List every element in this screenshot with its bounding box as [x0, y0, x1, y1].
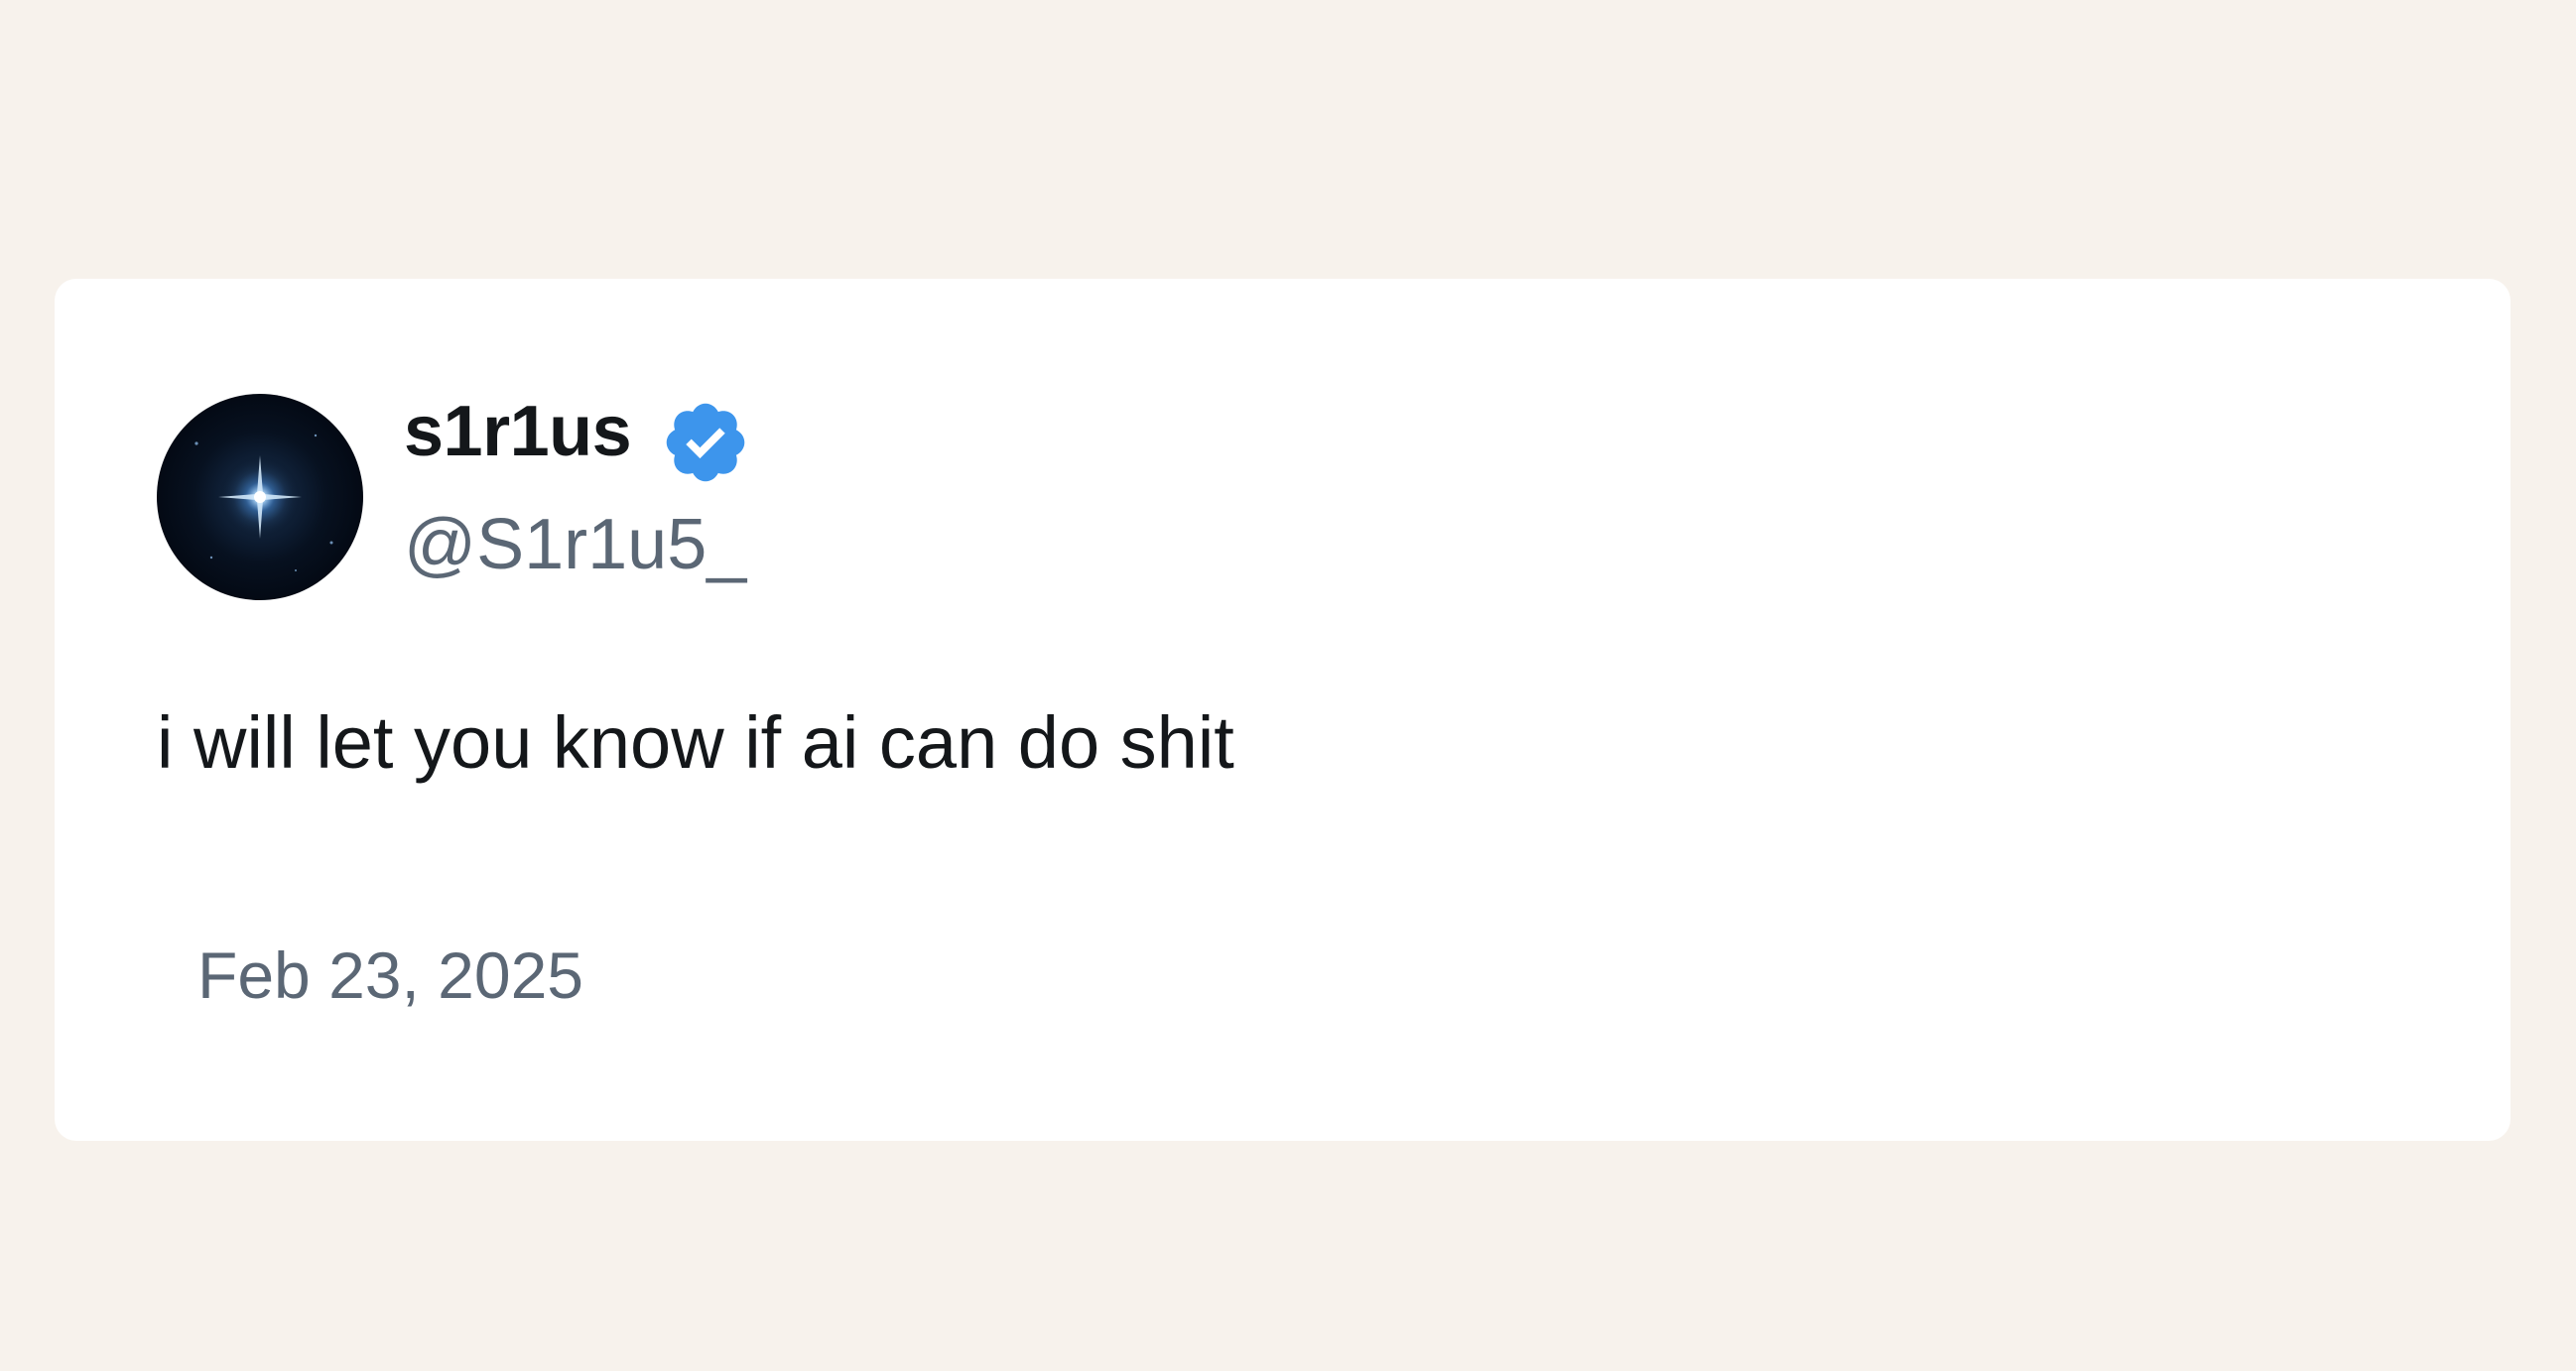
verified-badge-icon — [666, 403, 745, 482]
author-display-name[interactable]: s1r1us — [404, 396, 632, 467]
tweet-text: i will let you know if ai can do shit — [157, 701, 1234, 784]
tweet-date[interactable]: Feb 23, 2025 — [197, 942, 583, 1008]
avatar[interactable] — [157, 394, 363, 600]
tweet-card: s1r1us @S1r1u5_ i will let you know if a… — [55, 279, 2511, 1141]
star-avatar-icon — [194, 434, 333, 571]
author-handle[interactable]: @S1r1u5_ — [404, 509, 746, 580]
